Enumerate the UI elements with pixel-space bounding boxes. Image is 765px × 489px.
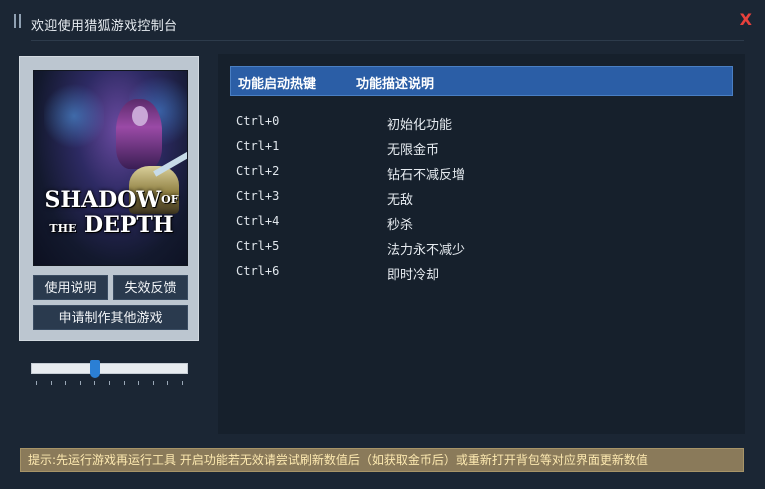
feature-description: 无限金币	[387, 143, 440, 158]
slider-track[interactable]	[31, 363, 188, 374]
table-row: Ctrl+1 无限金币	[236, 137, 726, 162]
title-divider	[31, 40, 744, 41]
hotkey-list: Ctrl+0 初始化功能 Ctrl+1 无限金币 Ctrl+2 钻石不减反增 C…	[236, 112, 726, 287]
feature-description: 钻石不减反增	[387, 168, 466, 183]
feature-description: 无敌	[387, 193, 414, 208]
table-row: Ctrl+4 秒杀	[236, 212, 726, 237]
hotkey-label: Ctrl+3	[236, 189, 280, 203]
slider-tick	[51, 381, 52, 385]
hotkey-label: Ctrl+6	[236, 264, 280, 278]
opacity-slider[interactable]	[31, 360, 188, 390]
slider-tick	[94, 381, 95, 385]
slider-tick	[109, 381, 110, 385]
slider-tick	[124, 381, 125, 385]
hint-bar: 提示:先运行游戏再运行工具 开启功能若无效请尝试刷新数值后（如获取金币后）或重新…	[20, 448, 744, 472]
feature-description: 法力永不减少	[387, 243, 466, 258]
table-row: Ctrl+5 法力永不减少	[236, 237, 726, 262]
column-header-description: 功能描述说明	[356, 77, 435, 92]
hotkey-panel: 功能启动热键 功能描述说明 Ctrl+0 初始化功能 Ctrl+1 无限金币 C…	[218, 54, 745, 434]
request-game-button[interactable]: 申请制作其他游戏	[33, 305, 188, 330]
slider-thumb[interactable]	[90, 360, 100, 378]
slider-tick	[36, 381, 37, 385]
close-button[interactable]: X	[740, 10, 752, 29]
feedback-button[interactable]: 失效反馈	[113, 275, 188, 300]
game-cover-image: SHADOWOF THE DEPTH	[33, 70, 188, 266]
game-logo: SHADOWOF THE DEPTH	[44, 187, 179, 238]
slider-tick	[65, 381, 66, 385]
slider-tick	[138, 381, 139, 385]
slider-tick	[80, 381, 81, 385]
table-row: Ctrl+3 无敌	[236, 187, 726, 212]
hotkey-label: Ctrl+0	[236, 114, 280, 128]
slider-tick	[182, 381, 183, 385]
title-bar[interactable]: 欢迎使用猎狐游戏控制台 X	[0, 0, 765, 44]
app-window: 欢迎使用猎狐游戏控制台 X SHADOWOF THE DEPTH 使用说明 失效…	[0, 0, 765, 489]
hotkey-table-header: 功能启动热键 功能描述说明	[230, 66, 733, 96]
slider-tick	[167, 381, 168, 385]
column-header-hotkey: 功能启动热键	[238, 77, 317, 92]
table-row: Ctrl+0 初始化功能	[236, 112, 726, 137]
drag-grip-icon[interactable]	[14, 14, 22, 28]
table-row: Ctrl+2 钻石不减反增	[236, 162, 726, 187]
hotkey-label: Ctrl+5	[236, 239, 280, 253]
feature-description: 秒杀	[387, 218, 414, 233]
window-title: 欢迎使用猎狐游戏控制台	[31, 19, 178, 34]
game-card: SHADOWOF THE DEPTH 使用说明 失效反馈 申请制作其他游戏	[19, 56, 199, 341]
slider-tick	[153, 381, 154, 385]
hotkey-label: Ctrl+4	[236, 214, 280, 228]
hotkey-label: Ctrl+1	[236, 139, 280, 153]
help-button[interactable]: 使用说明	[33, 275, 108, 300]
table-row: Ctrl+6 即时冷却	[236, 262, 726, 287]
feature-description: 即时冷却	[387, 268, 440, 283]
slider-ticks	[36, 381, 183, 386]
feature-description: 初始化功能	[387, 118, 453, 133]
hotkey-label: Ctrl+2	[236, 164, 280, 178]
